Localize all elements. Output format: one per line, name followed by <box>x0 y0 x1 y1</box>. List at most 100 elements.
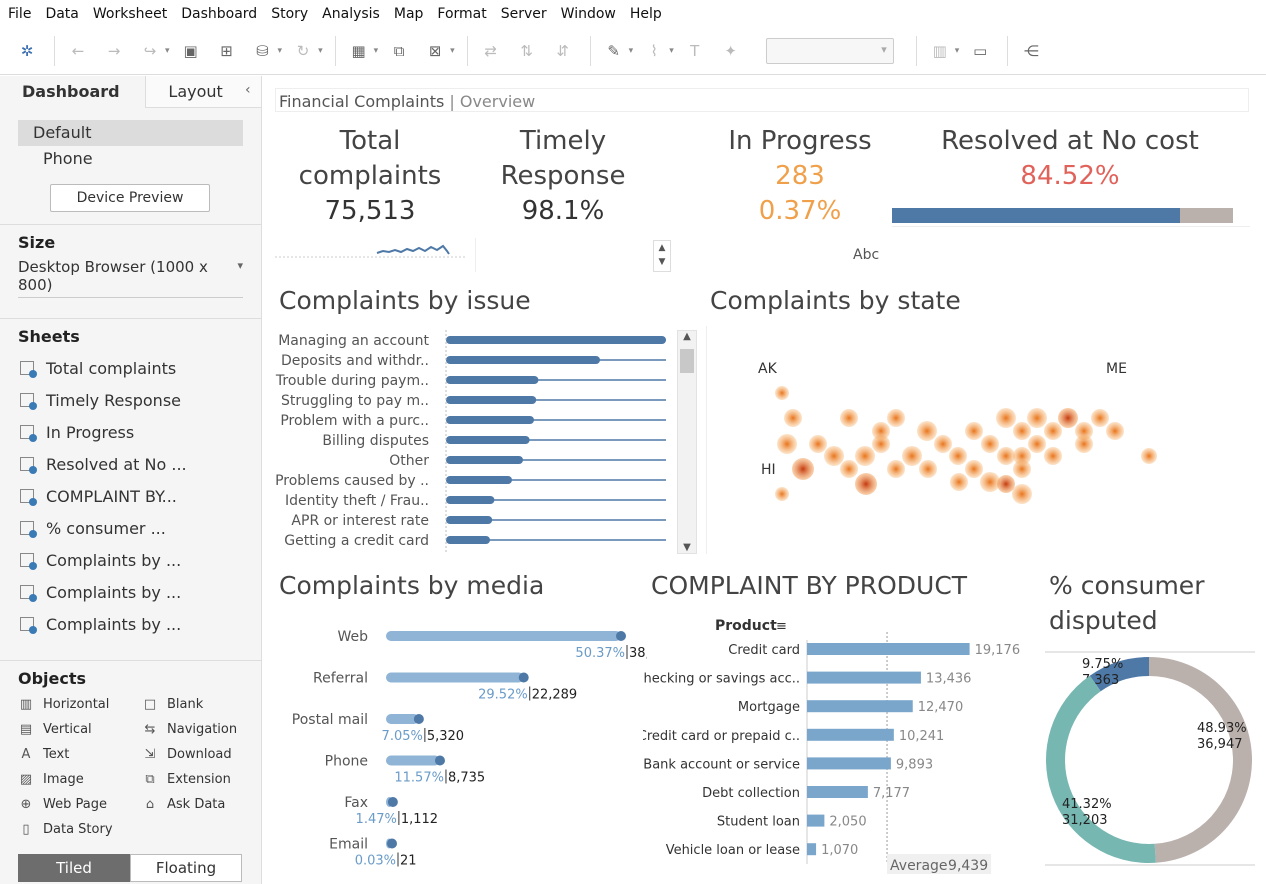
state-bubble[interactable] <box>965 422 983 440</box>
issue-bar[interactable] <box>446 436 530 444</box>
state-bubble[interactable] <box>997 475 1015 493</box>
product-bar[interactable] <box>807 728 894 741</box>
issue-bar[interactable] <box>446 536 490 544</box>
donut-slice[interactable] <box>1046 675 1156 863</box>
state-bubble[interactable] <box>777 434 797 454</box>
tiled-button[interactable]: Tiled <box>18 854 130 882</box>
state-bubble[interactable] <box>996 408 1016 428</box>
state-bubble[interactable] <box>1044 422 1062 440</box>
new-datasource-icon[interactable]: ⊞ <box>214 38 240 64</box>
issue-bar[interactable] <box>446 356 600 364</box>
sheet-item[interactable]: COMPLAINT BY... <box>0 480 261 512</box>
issue-bar[interactable] <box>446 516 493 524</box>
state-bubble[interactable] <box>792 458 814 480</box>
sheet-item[interactable]: Timely Response <box>0 384 261 416</box>
product-bar[interactable] <box>807 786 868 798</box>
object-vertical[interactable]: ▤ Vertical <box>18 719 142 739</box>
datasource-icon[interactable]: ⛁ <box>250 38 276 64</box>
menu-file[interactable]: File <box>8 6 31 22</box>
state-bubble[interactable] <box>784 409 802 427</box>
state-bubble[interactable] <box>872 422 890 440</box>
kpi-timely-response[interactable]: Timely Response 98.1% <box>483 124 643 229</box>
sort-icon[interactable]: ≡ <box>776 619 787 634</box>
scroll-down-icon[interactable]: ▼ <box>678 542 696 553</box>
pin-icon[interactable]: ✦ <box>718 38 744 64</box>
sheet-item[interactable]: % consumer ... <box>0 512 261 544</box>
menu-data[interactable]: Data <box>45 6 78 22</box>
media-bar[interactable] <box>386 672 524 683</box>
issue-bar[interactable] <box>446 476 512 484</box>
sort-descending-icon[interactable]: ⇵ <box>550 38 576 64</box>
state-bubble[interactable] <box>840 409 858 427</box>
swap-icon[interactable]: ⇄ <box>478 38 504 64</box>
state-bubble[interactable] <box>887 460 905 478</box>
product-bar[interactable] <box>807 843 817 856</box>
tableau-logo-icon[interactable]: ✲ <box>14 38 40 64</box>
state-bubble[interactable] <box>1012 484 1032 504</box>
issue-scrollbar[interactable]: ▲ ▼ <box>677 330 697 554</box>
duplicate-sheet-icon[interactable]: ⧉ <box>386 38 412 64</box>
issue-bar[interactable] <box>446 336 666 344</box>
device-preview-button[interactable]: Device Preview <box>50 184 210 212</box>
state-bubble[interactable] <box>1028 435 1046 453</box>
new-worksheet-icon[interactable]: ▦ <box>346 38 372 64</box>
sheet-item[interactable]: Total complaints <box>0 352 261 384</box>
state-bubble[interactable] <box>950 473 968 491</box>
issue-bar[interactable] <box>446 496 495 504</box>
presentation-icon[interactable]: ▭ <box>967 38 993 64</box>
fit-dropdown[interactable] <box>765 37 894 64</box>
media-bar[interactable] <box>386 631 621 641</box>
object-ask-data[interactable]: ⌂ Ask Data <box>142 794 262 814</box>
sheet-item[interactable]: Complaints by ... <box>0 576 261 608</box>
product-bar[interactable] <box>807 643 970 655</box>
product-bar[interactable] <box>807 700 913 713</box>
kpi-total-complaints[interactable]: Total complaints 75,513 <box>285 124 455 229</box>
state-bubble[interactable] <box>1106 422 1124 440</box>
state-bubble[interactable] <box>1013 422 1031 440</box>
kpi-resolved-no-cost[interactable]: Resolved at No cost 84.52% <box>923 124 1217 194</box>
state-bubble[interactable] <box>887 409 905 427</box>
refresh-icon[interactable]: ↻ <box>290 38 316 64</box>
device-default[interactable]: Default <box>18 120 243 146</box>
undo-icon[interactable]: ← <box>65 38 91 64</box>
state-bubble[interactable] <box>840 460 858 478</box>
highlight-icon[interactable]: ✎ <box>601 38 627 64</box>
device-phone[interactable]: Phone <box>18 146 243 172</box>
redo-icon[interactable]: → <box>101 38 127 64</box>
product-bar[interactable] <box>807 757 891 770</box>
scroll-up-icon[interactable]: ▲ <box>678 331 696 347</box>
save-icon[interactable]: ▣ <box>178 38 204 64</box>
state-bubble[interactable] <box>855 446 875 466</box>
sheet-item[interactable]: Complaints by ... <box>0 608 261 640</box>
product-bar[interactable] <box>807 814 825 827</box>
menu-help[interactable]: Help <box>630 6 662 22</box>
donut-slice[interactable] <box>1149 657 1252 863</box>
state-bubble[interactable] <box>902 446 922 466</box>
state-bubble[interactable] <box>775 487 789 501</box>
group-icon[interactable]: ⌇ <box>641 38 667 64</box>
object-navigation[interactable]: ⇆ Navigation <box>142 719 262 739</box>
issue-bar[interactable] <box>446 456 523 464</box>
state-bubble[interactable] <box>1044 447 1062 465</box>
replay-icon[interactable]: ↪ <box>137 38 163 64</box>
menu-analysis[interactable]: Analysis <box>322 6 380 22</box>
menu-map[interactable]: Map <box>394 6 424 22</box>
state-bubble[interactable] <box>965 460 983 478</box>
object-horizontal[interactable]: ▥ Horizontal <box>18 694 142 714</box>
state-bubble[interactable] <box>1027 408 1047 428</box>
state-bubble[interactable] <box>934 435 952 453</box>
state-bubble[interactable] <box>809 435 827 453</box>
object-data-story[interactable]: ▯ Data Story <box>18 819 142 839</box>
state-bubble[interactable] <box>1141 448 1157 464</box>
state-bubble[interactable] <box>1091 409 1109 427</box>
state-bubble[interactable] <box>1075 435 1093 453</box>
tab-dashboard[interactable]: Dashboard <box>0 76 146 108</box>
state-bubble[interactable] <box>919 460 937 478</box>
object-text[interactable]: A Text <box>18 744 142 764</box>
state-bubble[interactable] <box>1058 408 1078 428</box>
scrollbar-thumb[interactable] <box>680 349 694 373</box>
state-bubble[interactable] <box>981 435 999 453</box>
menu-story[interactable]: Story <box>271 6 308 22</box>
clear-sheet-icon[interactable]: ⊠ <box>422 38 448 64</box>
menu-dashboard[interactable]: Dashboard <box>181 6 257 22</box>
